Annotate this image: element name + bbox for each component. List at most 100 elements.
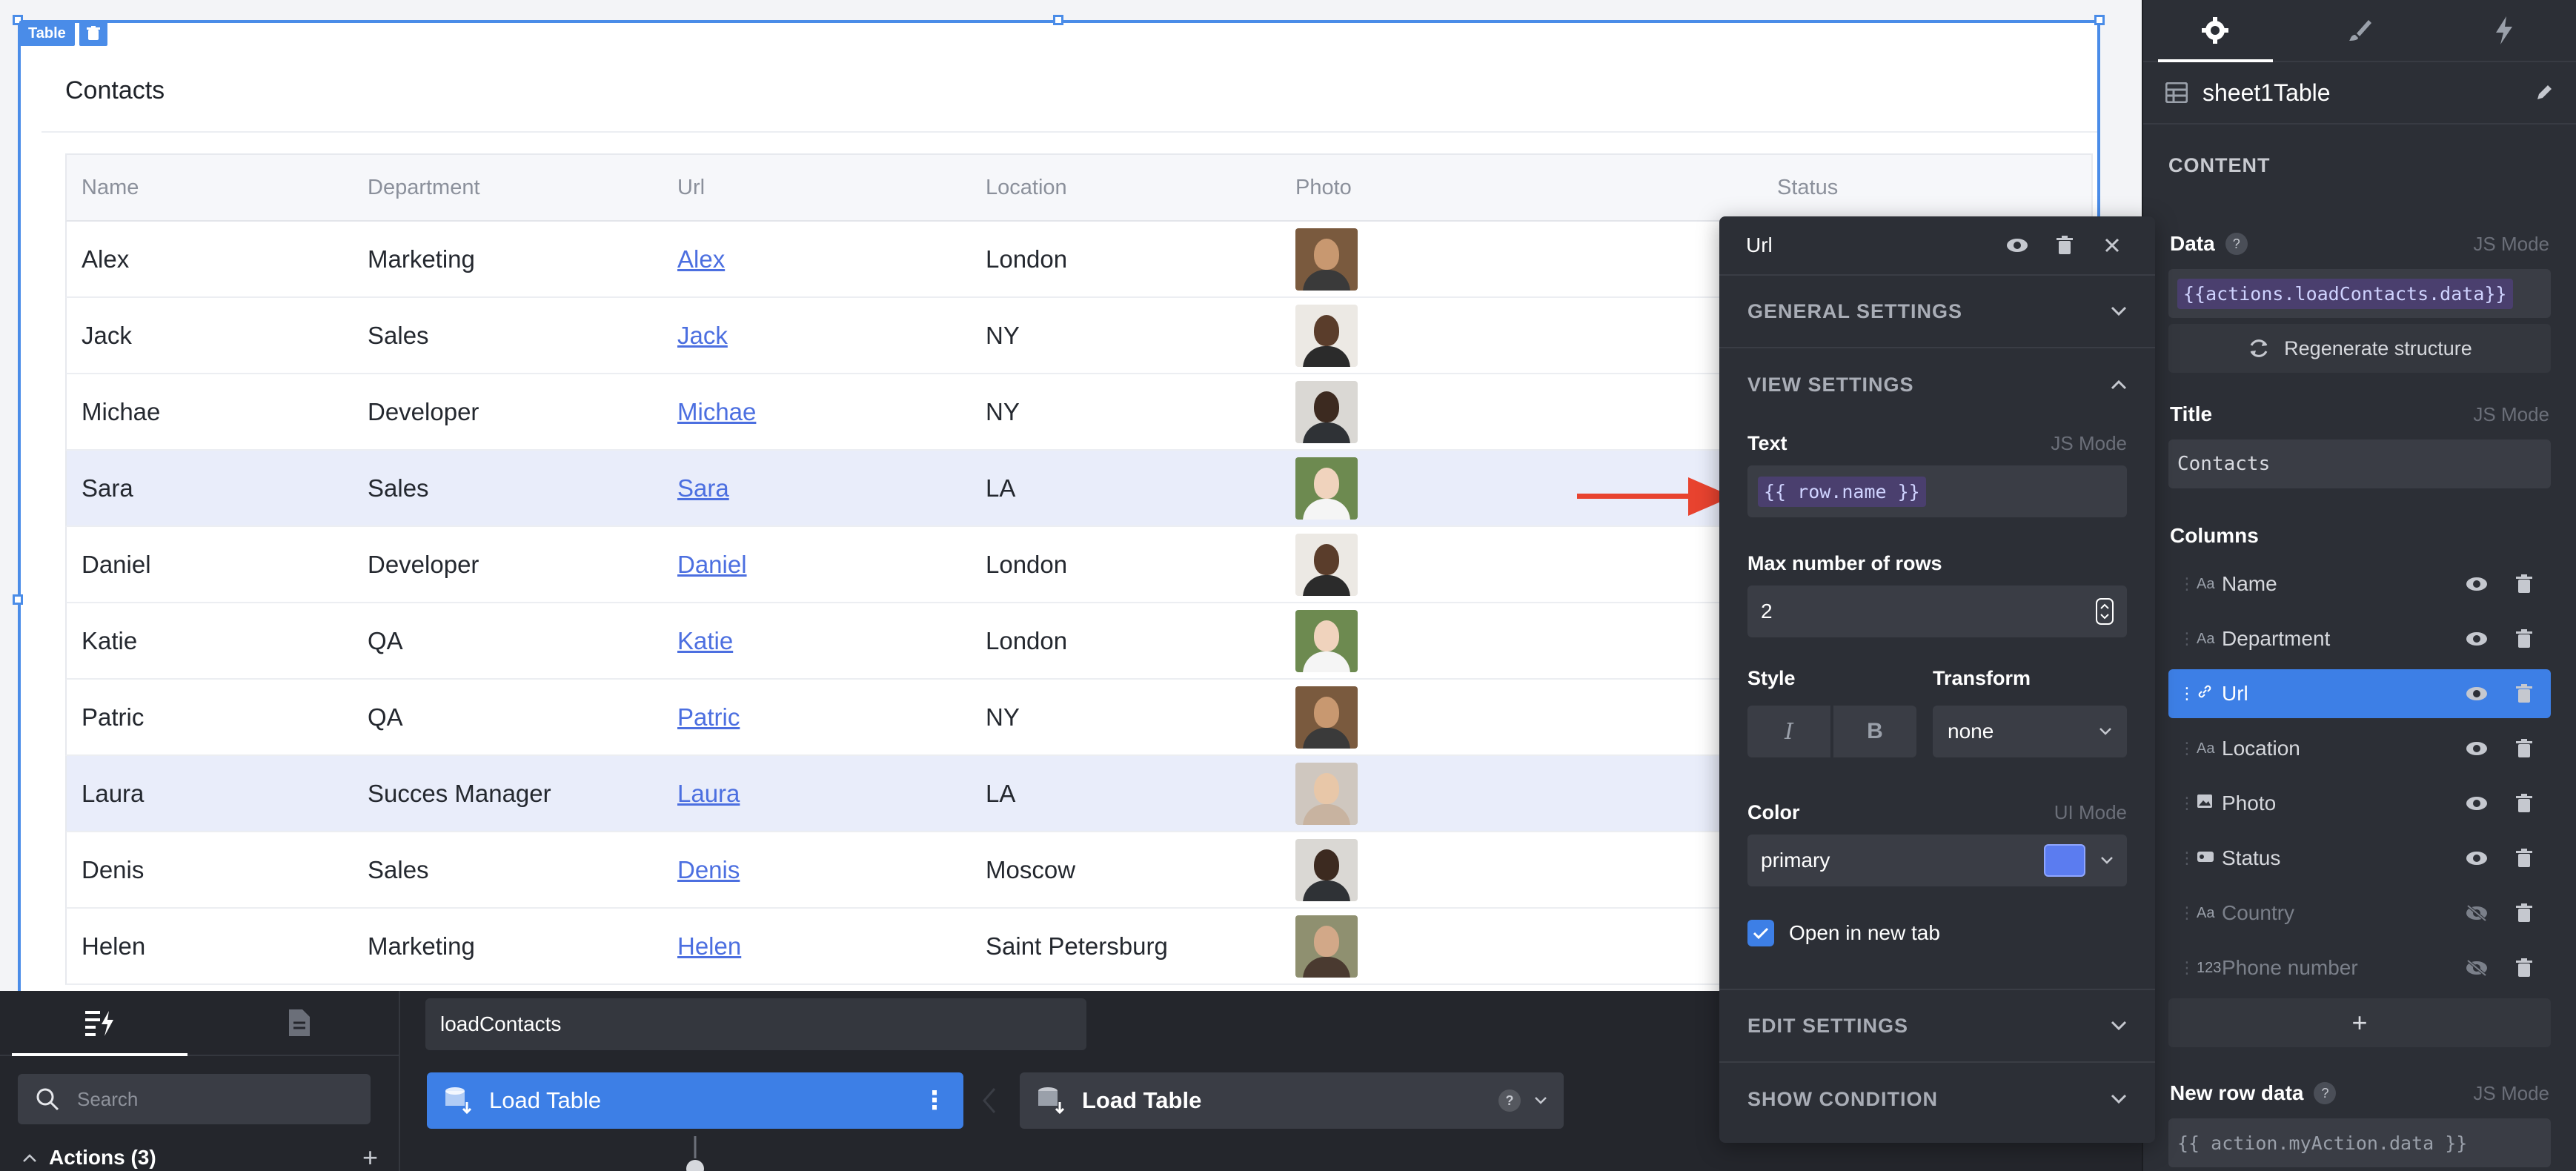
italic-button[interactable]: I [1747, 706, 1830, 757]
delete-column-button[interactable] [2508, 897, 2540, 929]
url-link[interactable]: Denis [677, 856, 740, 883]
max-rows-stepper[interactable]: 2 [1747, 586, 2127, 637]
title-input[interactable]: Contacts [2168, 439, 2551, 488]
close-popup-button[interactable] [2096, 229, 2128, 262]
column-header-name[interactable]: Name [67, 176, 368, 200]
bold-button[interactable]: B [1833, 706, 1916, 757]
resize-handle-top-right[interactable] [2094, 15, 2105, 25]
drag-handle-icon[interactable]: ⋮ [2179, 849, 2195, 868]
column-item-photo[interactable]: ⋮ Photo [2168, 779, 2551, 828]
text-js-mode-toggle[interactable]: JS Mode [2051, 432, 2127, 455]
column-header-status[interactable]: Status [1777, 176, 2088, 200]
delete-column-button[interactable] [2508, 677, 2540, 710]
url-link[interactable]: Michae [677, 398, 756, 425]
delete-column-button[interactable] [2508, 952, 2540, 984]
title-field-header: Title JS Mode [2143, 398, 2576, 431]
column-header-location[interactable]: Location [986, 176, 1295, 200]
tab-settings[interactable] [2143, 0, 2288, 62]
toggle-visibility-button[interactable] [2460, 677, 2493, 710]
url-link[interactable]: Daniel [677, 551, 747, 578]
widget-delete-button[interactable] [79, 21, 107, 46]
actions-group-header[interactable]: Actions (3) + [22, 1142, 378, 1171]
delete-column-button[interactable] [2508, 787, 2540, 820]
delete-column-button[interactable] [2508, 732, 2540, 765]
drag-handle-icon[interactable]: ⋮ [2179, 903, 2195, 923]
tab-events[interactable] [2431, 0, 2576, 61]
delete-column-button[interactable] [2508, 842, 2540, 875]
toggle-visibility-button[interactable] [2460, 787, 2493, 820]
drag-handle-icon[interactable]: ⋮ [2179, 629, 2195, 648]
pencil-icon[interactable] [2534, 83, 2554, 102]
step-menu-icon[interactable]: ⋮ [922, 1086, 947, 1115]
toggle-visibility-button[interactable] [2460, 623, 2493, 655]
toggle-visibility-button[interactable] [2460, 568, 2493, 600]
drag-handle-icon[interactable]: ⋮ [2179, 739, 2195, 758]
delete-column-button[interactable] [2508, 623, 2540, 655]
widget-type-label[interactable]: Table [19, 21, 75, 46]
url-link[interactable]: Laura [677, 780, 740, 807]
add-action-icon[interactable]: + [362, 1142, 378, 1171]
url-link[interactable]: Alex [677, 245, 725, 273]
url-link[interactable]: Katie [677, 627, 733, 654]
max-rows-value: 2 [1761, 600, 1773, 623]
tab-style[interactable] [2288, 0, 2432, 61]
url-link[interactable]: Jack [677, 322, 728, 349]
open-new-tab-checkbox[interactable] [1747, 920, 1774, 946]
column-header-department[interactable]: Department [368, 176, 677, 200]
tab-documents[interactable] [199, 991, 399, 1055]
column-header-photo[interactable]: Photo [1295, 176, 1777, 200]
data-js-mode-toggle[interactable]: JS Mode [2473, 233, 2549, 256]
color-ui-mode-toggle[interactable]: UI Mode [2054, 801, 2127, 824]
help-icon[interactable]: ? [2314, 1082, 2337, 1104]
show-condition-accordion[interactable]: SHOW CONDITION [1719, 1063, 2155, 1135]
regenerate-structure-button[interactable]: Regenerate structure [2168, 324, 2551, 373]
column-item-url[interactable]: ⋮ Url [2168, 669, 2551, 718]
column-item-country[interactable]: ⋮ Aa Country [2168, 889, 2551, 938]
toggle-visibility-button[interactable] [2460, 897, 2493, 929]
help-icon[interactable]: ? [1498, 1089, 1521, 1112]
tab-actions[interactable] [0, 991, 199, 1056]
help-icon[interactable]: ? [2225, 233, 2248, 255]
data-input[interactable]: {{actions.loadContacts.data}} [2168, 269, 2551, 318]
resize-handle-top[interactable] [1053, 15, 1063, 25]
visibility-button[interactable] [2001, 229, 2034, 262]
color-swatch[interactable] [2044, 844, 2085, 877]
add-column-button[interactable]: + [2168, 998, 2551, 1047]
query-step[interactable]: Load Table ? [1020, 1072, 1564, 1129]
url-link[interactable]: Patric [677, 703, 740, 731]
toggle-visibility-button[interactable] [2460, 842, 2493, 875]
column-item-phone-number[interactable]: ⋮ 123 Phone number [2168, 943, 2551, 992]
toggle-visibility-button[interactable] [2460, 732, 2493, 765]
general-settings-accordion[interactable]: GENERAL SETTINGS [1719, 276, 2155, 348]
action-search-input[interactable]: Search [18, 1074, 371, 1124]
transform-select[interactable]: none [1933, 706, 2127, 757]
toggle-visibility-button[interactable] [2460, 952, 2493, 984]
cell-name: Katie [82, 626, 138, 654]
delete-column-button[interactable] [2048, 229, 2081, 262]
title-js-mode-toggle[interactable]: JS Mode [2473, 403, 2549, 426]
drag-handle-icon[interactable]: ⋮ [2179, 794, 2195, 813]
column-item-name[interactable]: ⋮ Aa Name [2168, 560, 2551, 608]
eye-icon [2466, 797, 2487, 810]
new-row-input[interactable]: {{ action.myAction.data }} [2168, 1118, 2551, 1167]
chevron-down-icon[interactable] [1534, 1096, 1547, 1105]
column-header-url[interactable]: Url [677, 176, 986, 200]
url-link[interactable]: Helen [677, 932, 741, 960]
column-item-department[interactable]: ⋮ Aa Department [2168, 614, 2551, 663]
resize-handle-left[interactable] [13, 594, 23, 605]
stepper-arrows-icon[interactable] [2096, 598, 2114, 625]
drag-handle-icon[interactable]: ⋮ [2179, 574, 2195, 594]
edit-settings-accordion[interactable]: EDIT SETTINGS [1719, 990, 2155, 1063]
delete-column-button[interactable] [2508, 568, 2540, 600]
view-settings-accordion[interactable]: VIEW SETTINGS [1719, 348, 2155, 421]
color-select[interactable]: primary [1747, 835, 2127, 886]
drag-handle-icon[interactable]: ⋮ [2179, 958, 2195, 978]
query-name-input[interactable]: loadContacts [425, 998, 1086, 1050]
text-input[interactable]: {{ row.name }} [1747, 465, 2127, 517]
drag-handle-icon[interactable]: ⋮ [2179, 684, 2195, 703]
query-step-active[interactable]: Load Table ⋮ [427, 1072, 963, 1129]
url-link[interactable]: Sara [677, 474, 729, 502]
column-item-status[interactable]: ⋮ Status [2168, 834, 2551, 883]
new-row-js-mode-toggle[interactable]: JS Mode [2473, 1082, 2549, 1105]
column-item-location[interactable]: ⋮ Aa Location [2168, 724, 2551, 773]
